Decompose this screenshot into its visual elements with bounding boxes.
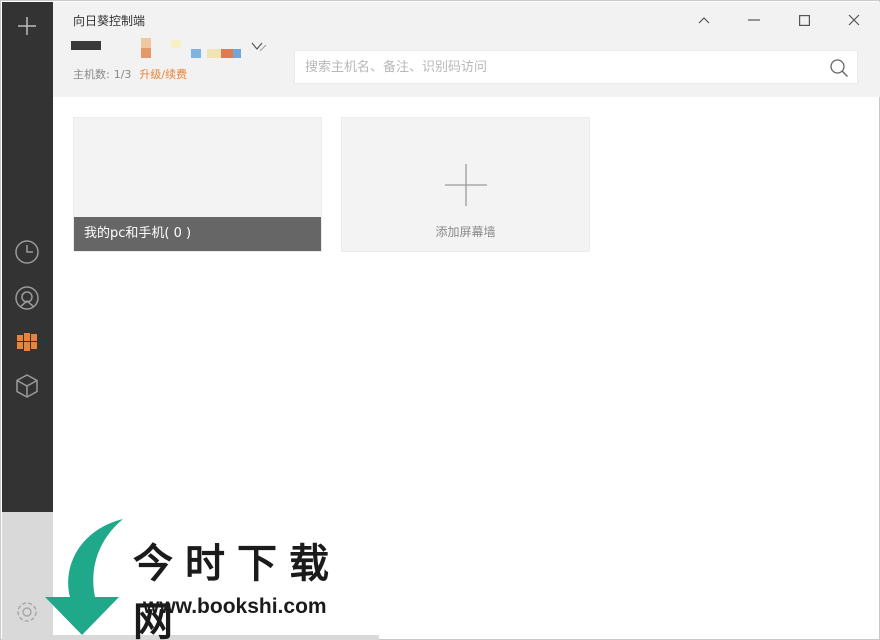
remote-icon[interactable] (13, 284, 41, 312)
clock-icon[interactable] (13, 238, 41, 266)
header: 向日葵控制端 主机数: 1/3 升级/续费 (53, 2, 880, 97)
collapse-button[interactable] (691, 8, 717, 32)
minimize-button[interactable] (741, 8, 767, 32)
watermark: 今时下载网 www.bookshi.com (37, 519, 387, 640)
minimize-icon (748, 19, 760, 21)
chevron-down-icon[interactable] (251, 42, 267, 52)
upgrade-link[interactable]: 升级/续费 (139, 68, 187, 81)
app-window: 向日葵控制端 主机数: 1/3 升级/续费 搜索主机名、备注、识别码访问 我的p… (0, 0, 880, 640)
box-icon[interactable] (13, 372, 41, 400)
account-name-redacted[interactable] (71, 38, 267, 64)
plus-icon (445, 164, 487, 206)
host-count-label: 主机数: (73, 68, 110, 81)
add-screen-wall-card[interactable]: 添加屏幕墙 (341, 117, 590, 252)
maximize-icon (798, 14, 810, 26)
search-input[interactable] (305, 51, 815, 83)
search-box[interactable] (294, 50, 858, 84)
download-arrow-icon (45, 519, 123, 635)
maximize-button[interactable] (791, 8, 817, 32)
close-button[interactable] (841, 8, 867, 32)
plus-icon[interactable] (13, 12, 41, 40)
search-icon[interactable] (829, 58, 849, 78)
close-icon (848, 14, 860, 26)
host-count-value: 1/3 (113, 68, 132, 81)
chevron-up-icon (698, 17, 710, 24)
app-title: 向日葵控制端 (73, 14, 146, 28)
screen-wall-card[interactable]: 我的pc和手机( 0 ) (73, 117, 322, 252)
screen-wall-card-label: 我的pc和手机( 0 ) (74, 217, 321, 251)
host-count: 主机数: 1/3 升级/续费 (73, 66, 187, 82)
screen-wall-icon[interactable] (13, 328, 41, 356)
watermark-title: 今时下载网 (133, 540, 341, 640)
add-screen-wall-label: 添加屏幕墙 (435, 225, 496, 239)
watermark-url: www.bookshi.com (143, 595, 327, 618)
sidebar (2, 2, 53, 512)
